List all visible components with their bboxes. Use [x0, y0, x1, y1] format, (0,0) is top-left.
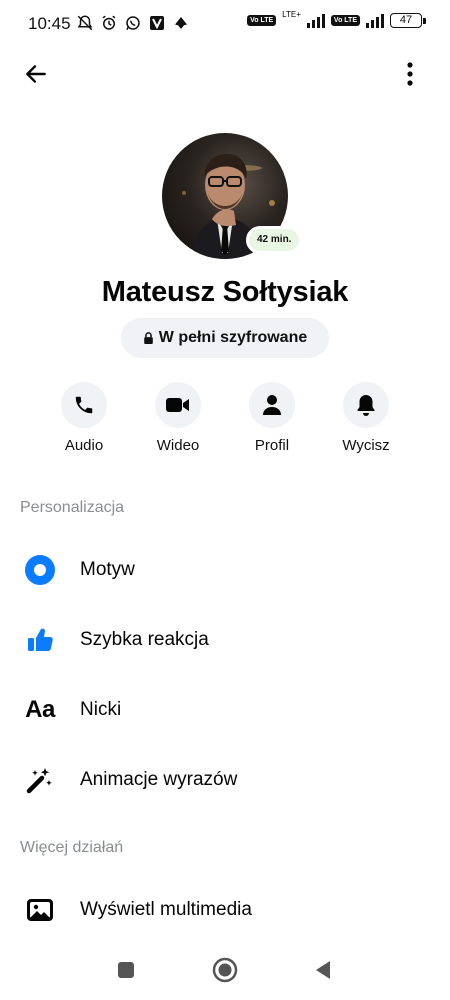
back-button[interactable]	[20, 58, 52, 90]
quick-reaction-label: Szybka reakcja	[80, 629, 209, 650]
section-header-personalization: Personalizacja	[20, 499, 125, 516]
volte-badge: Vo LTE	[247, 14, 277, 26]
word-effects-label: Animacje wyrazów	[80, 769, 238, 790]
status-time: 10:45	[28, 14, 71, 33]
person-icon	[263, 395, 281, 415]
view-media-label: Wyświetl multimedia	[80, 899, 252, 920]
vinted-icon	[148, 13, 166, 33]
profile-button[interactable]: Profil	[227, 382, 317, 454]
vertical-dots-icon	[407, 62, 413, 86]
audio-call-circle[interactable]	[61, 382, 107, 428]
image-icon	[20, 890, 60, 930]
menu-item-quick-reaction[interactable]: Szybka reakcja	[0, 610, 450, 670]
status-indicators: Vo LTE LTE+ Vo LTE 47	[247, 9, 426, 28]
home-circle-icon	[212, 957, 238, 983]
nicknames-label: Nicki	[80, 699, 122, 720]
whatsapp-icon	[124, 13, 142, 33]
active-status-badge: 42 min.	[246, 226, 303, 254]
thumbs-up-icon	[20, 620, 60, 660]
theme-icon	[20, 550, 60, 590]
audio-label: Audio	[64, 437, 104, 454]
video-camera-icon	[166, 398, 189, 412]
signal-icon	[306, 12, 325, 28]
section-header-more-actions: Więcej działań	[20, 839, 124, 856]
mute-label: Wycisz	[342, 437, 390, 454]
font-aa-text: Aa	[25, 696, 55, 723]
video-label: Wideo	[156, 437, 200, 454]
status-bar: 10:45 Vo LTE LTE+ Vo LTE 47	[0, 0, 450, 48]
notification-icons	[76, 13, 190, 33]
encryption-pill[interactable]: W pełni szyfrowane	[121, 318, 329, 358]
menu-item-word-effects[interactable]: Animacje wyrazów	[0, 750, 450, 810]
more-options-button[interactable]	[398, 58, 422, 90]
profile-label: Profil	[254, 437, 290, 454]
muted-notification-icon	[76, 13, 94, 33]
video-call-button[interactable]: Wideo	[133, 382, 223, 454]
video-call-circle[interactable]	[155, 382, 201, 428]
magic-wand-icon	[20, 760, 60, 800]
volte-badge-2: Vo LTE	[330, 14, 360, 26]
encryption-label: W pełni szyfrowane	[158, 329, 308, 346]
contact-name: Mateusz Sołtysiak	[101, 276, 349, 308]
mute-circle[interactable]	[343, 382, 389, 428]
square-icon	[118, 962, 134, 978]
menu-item-view-media[interactable]: Wyświetl multimedia	[0, 880, 450, 940]
audio-call-button[interactable]: Audio	[39, 382, 129, 454]
phone-icon	[75, 396, 93, 414]
font-aa-icon: Aa	[20, 690, 60, 730]
back-nav-button[interactable]	[309, 956, 337, 984]
menu-item-theme[interactable]: Motyw	[0, 540, 450, 600]
home-button[interactable]	[211, 956, 239, 984]
app-notification-icon	[172, 13, 190, 33]
theme-label: Motyw	[80, 559, 135, 580]
lock-icon	[143, 332, 153, 344]
menu-item-nicknames[interactable]: Aa Nicki	[0, 680, 450, 740]
battery-icon: 47	[390, 12, 426, 28]
arrow-left-icon	[26, 65, 46, 83]
recent-apps-button[interactable]	[112, 956, 140, 984]
signal-icon-2	[366, 12, 384, 28]
lte-label: LTE+	[282, 9, 301, 19]
system-navigation-bar	[0, 940, 450, 1000]
profile-circle[interactable]	[249, 382, 295, 428]
bell-icon	[357, 395, 375, 416]
mute-button[interactable]: Wycisz	[321, 382, 411, 454]
alarm-clock-icon	[100, 13, 118, 33]
triangle-back-icon	[316, 961, 330, 979]
